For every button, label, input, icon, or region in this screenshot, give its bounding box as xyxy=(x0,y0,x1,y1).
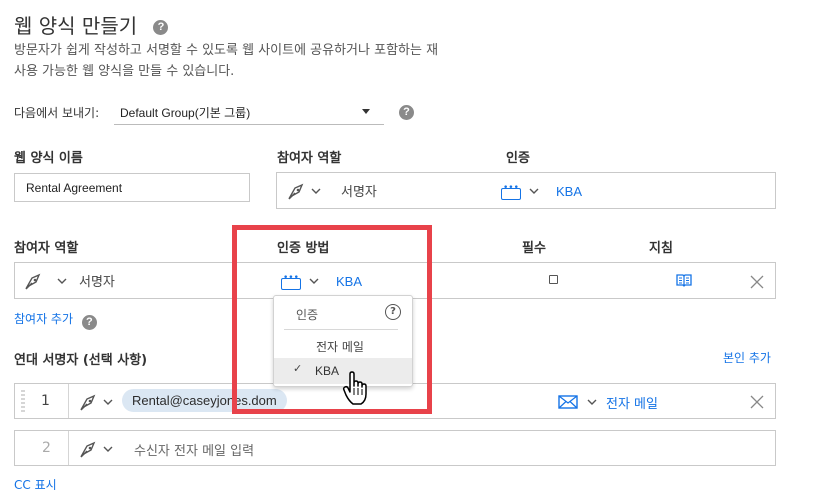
chevron-down-icon[interactable] xyxy=(311,186,321,196)
recipient-email-input[interactable]: 수신자 전자 메일 입력 xyxy=(134,440,254,459)
page-title-text: 웹 양식 만들기 xyxy=(14,14,138,38)
send-from-select[interactable]: Default Group(기본 그룹) xyxy=(114,98,384,125)
top-role-label: 참여자 역할 xyxy=(277,151,342,166)
required-header: 필수 xyxy=(522,241,546,256)
cosigner-number-cell: 2 xyxy=(15,431,69,465)
dropdown-separator xyxy=(284,329,398,330)
chevron-down-icon[interactable] xyxy=(587,397,597,407)
dropdown-header: 인증 xyxy=(296,308,319,322)
top-role-field[interactable]: 서명자 KBA xyxy=(276,172,776,209)
help-icon[interactable]: ? xyxy=(385,304,401,320)
help-icon[interactable]: ? xyxy=(399,105,414,120)
drag-handle-icon[interactable] xyxy=(21,390,25,414)
add-participant[interactable]: 참여자 추가 ? xyxy=(14,310,97,330)
instructions-header: 지침 xyxy=(649,241,673,256)
help-icon[interactable]: ? xyxy=(153,20,169,35)
top-auth-value[interactable]: KBA xyxy=(556,184,582,199)
pen-icon xyxy=(80,394,96,411)
chevron-down-icon[interactable] xyxy=(103,397,113,407)
top-auth-label: 인증 xyxy=(506,151,530,166)
close-icon[interactable] xyxy=(750,395,764,409)
description-line-2: 사용 가능한 웹 양식을 만들 수 있습니다. xyxy=(14,64,235,79)
form-name-label: 웹 양식 이름 xyxy=(14,151,83,166)
checkmark-icon: ✓ xyxy=(293,362,303,375)
cosigner-number: 1 xyxy=(41,393,50,409)
add-participant-link[interactable]: 참여자 추가 xyxy=(14,312,73,326)
page-title: 웹 양식 만들기 ? xyxy=(14,10,169,39)
chevron-down-icon[interactable] xyxy=(529,186,539,196)
cc-link[interactable]: CC 표시 xyxy=(14,476,57,493)
participant-role-value: 서명자 xyxy=(79,275,115,290)
chevron-down-icon[interactable] xyxy=(57,276,67,286)
send-from-value: Default Group(기본 그룹) xyxy=(120,106,251,120)
book-icon[interactable] xyxy=(676,273,692,287)
top-role-value: 서명자 xyxy=(341,185,377,200)
description-line-1: 방문자가 쉽게 작성하고 서명할 수 있도록 웹 사이트에 공유하거나 포함하는… xyxy=(14,43,439,58)
form-name-value: Rental Agreement xyxy=(26,181,123,195)
cosigners-label: 연대 서명자 (선택 사항) xyxy=(14,353,148,368)
close-icon[interactable] xyxy=(750,275,764,289)
hand-cursor-icon xyxy=(342,371,367,405)
cosigner-number: 2 xyxy=(42,440,51,456)
pen-icon xyxy=(288,183,304,200)
participant-role-header: 참여자 역할 xyxy=(14,241,79,256)
dropdown-option-kba-label: KBA xyxy=(315,364,340,378)
pen-icon xyxy=(25,273,41,290)
kba-icon xyxy=(501,183,521,200)
cosigner-row-2: 2 수신자 전자 메일 입력 xyxy=(14,430,776,466)
add-self-link[interactable]: 본인 추가 xyxy=(723,349,771,366)
mail-icon xyxy=(558,395,578,409)
pen-icon xyxy=(80,441,96,458)
help-icon[interactable]: ? xyxy=(81,315,97,330)
send-from-label: 다음에서 보내기: xyxy=(14,106,100,120)
dropdown-option-email[interactable]: 전자 메일 xyxy=(316,338,364,355)
cosigner-method[interactable]: 전자 메일 xyxy=(606,393,658,412)
chevron-down-icon[interactable] xyxy=(103,444,113,454)
caret-down-icon xyxy=(362,109,370,114)
page-description: 방문자가 쉽게 작성하고 서명할 수 있도록 웹 사이트에 공유하거나 포함하는… xyxy=(14,40,574,82)
cosigner-number-cell: 1 xyxy=(29,384,69,418)
form-name-input[interactable]: Rental Agreement xyxy=(14,173,250,202)
required-checkbox[interactable] xyxy=(549,275,558,284)
